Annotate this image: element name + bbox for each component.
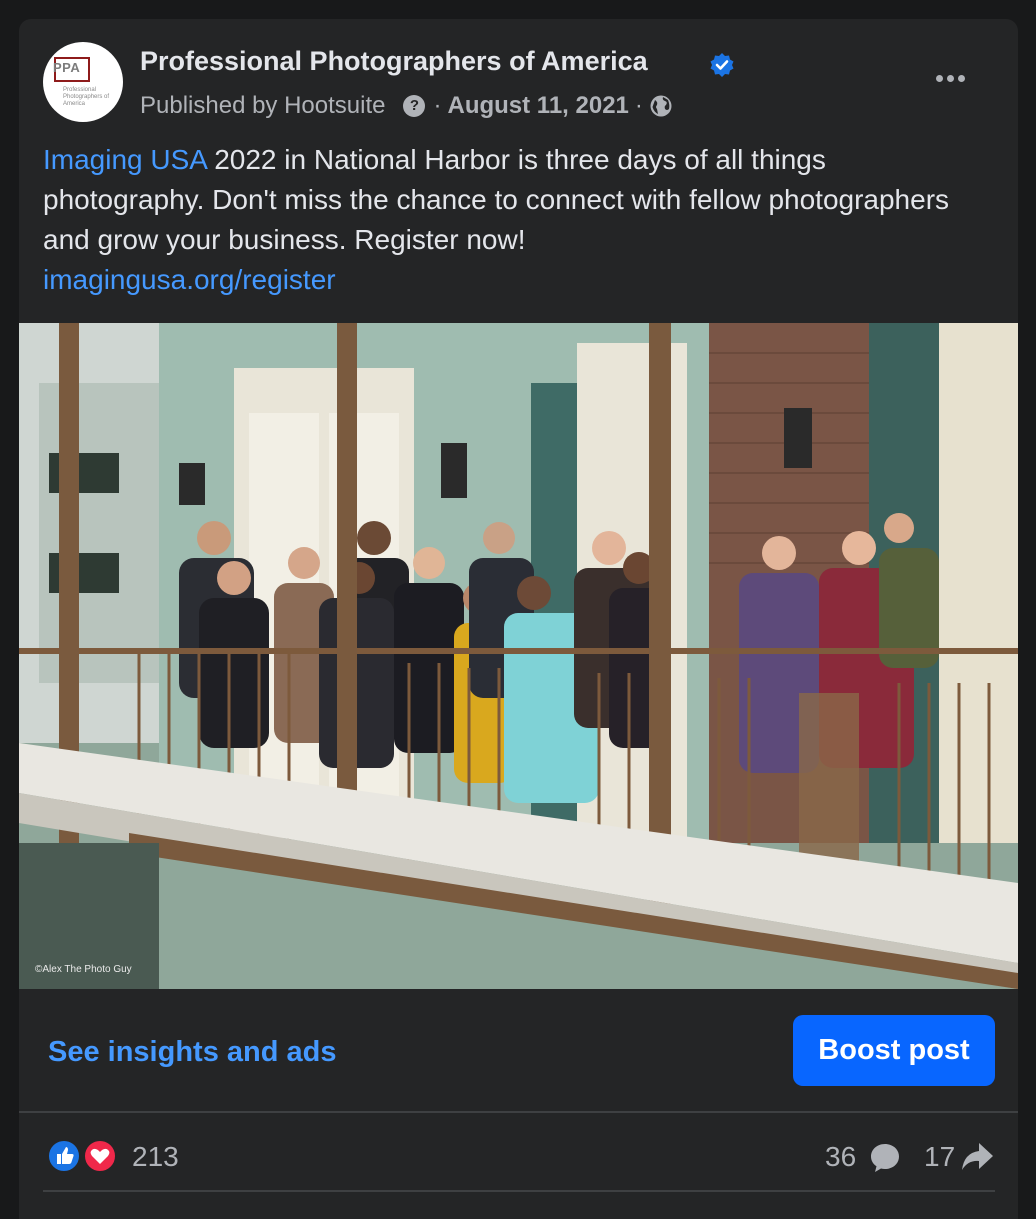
meta-separator: · [634,92,643,119]
register-link[interactable]: imagingusa.org/register [43,264,336,295]
photo-watermark: ©Alex The Photo Guy [35,964,132,975]
globe-icon[interactable] [649,94,673,118]
avatar-abbr: PPA [53,60,81,75]
page-avatar[interactable]: PPA Professional Photographers of Americ… [43,42,123,122]
see-insights-link[interactable]: See insights and ads [48,1036,336,1069]
post-card: PPA Professional Photographers of Americ… [19,19,1018,1219]
help-icon[interactable]: ? [403,95,426,117]
comment-icon[interactable] [869,1142,901,1174]
post-text: Imaging USA 2022 in National Harbor is t… [43,140,983,300]
like-reaction-icon[interactable] [47,1139,81,1173]
insights-bar: See insights and ads Boost post [19,989,1018,1110]
boost-post-button[interactable]: Boost post [793,1015,995,1086]
more-options-icon[interactable] [934,69,984,89]
post-date-link[interactable]: August 11, 2021 [447,92,628,120]
shares-count[interactable]: 17 [924,1141,955,1173]
photo-illustration [19,323,1018,989]
post-photo[interactable]: ©Alex The Photo Guy [19,323,1018,989]
published-by-label: Published by Hootsuite [140,92,386,119]
hashtag-link-imaging-usa[interactable]: Imaging USA [43,144,206,175]
divider [43,1190,995,1192]
post-meta: Published by Hootsuite ? · August 11, 20… [140,92,673,120]
share-icon[interactable] [959,1141,995,1173]
comments-count[interactable]: 36 [825,1141,856,1173]
page-name-link[interactable]: Professional Photographers of America [140,46,648,77]
meta-separator: · [433,92,442,119]
avatar-subtitle: Professional Photographers of America [63,87,110,107]
reactions-count[interactable]: 213 [132,1141,179,1173]
verified-badge-icon [710,53,734,77]
post-header: PPA Professional Photographers of Americ… [19,19,1018,149]
love-reaction-icon[interactable] [83,1139,117,1173]
